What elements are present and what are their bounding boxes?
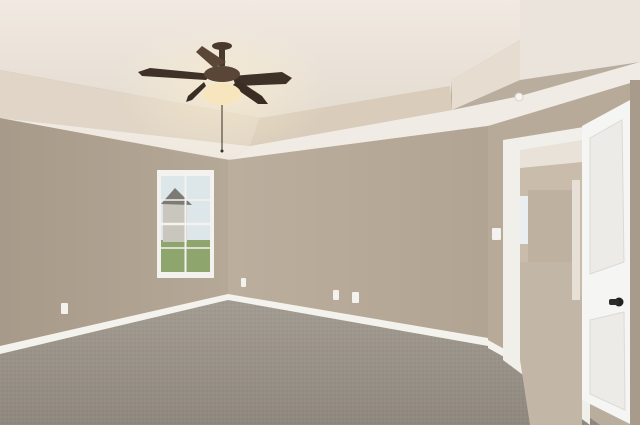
bedroom-photo	[0, 0, 640, 425]
ceiling-fan-icon	[112, 20, 332, 160]
hallway-far-window	[520, 196, 528, 244]
light-switch-icon	[492, 228, 501, 240]
outlet-icon	[333, 290, 339, 300]
window	[157, 170, 214, 278]
fan-light	[203, 83, 241, 105]
door[interactable]	[582, 100, 632, 425]
outlet-icon	[241, 278, 246, 287]
smoke-detector-icon	[514, 92, 524, 102]
right-edge-wall	[630, 80, 640, 425]
hallway-door-post	[572, 180, 580, 300]
door-knob-rose	[609, 299, 619, 305]
fan-pull-chain-end	[220, 149, 224, 153]
fan-canopy	[212, 42, 232, 50]
hallway-far-wall	[528, 190, 572, 262]
fan-motor	[204, 66, 240, 82]
door-panel-lower	[589, 311, 626, 411]
outlet-icon	[352, 292, 359, 303]
outlet-icon	[61, 303, 68, 314]
door-panel-upper	[589, 119, 625, 275]
window-view-house	[163, 200, 187, 242]
